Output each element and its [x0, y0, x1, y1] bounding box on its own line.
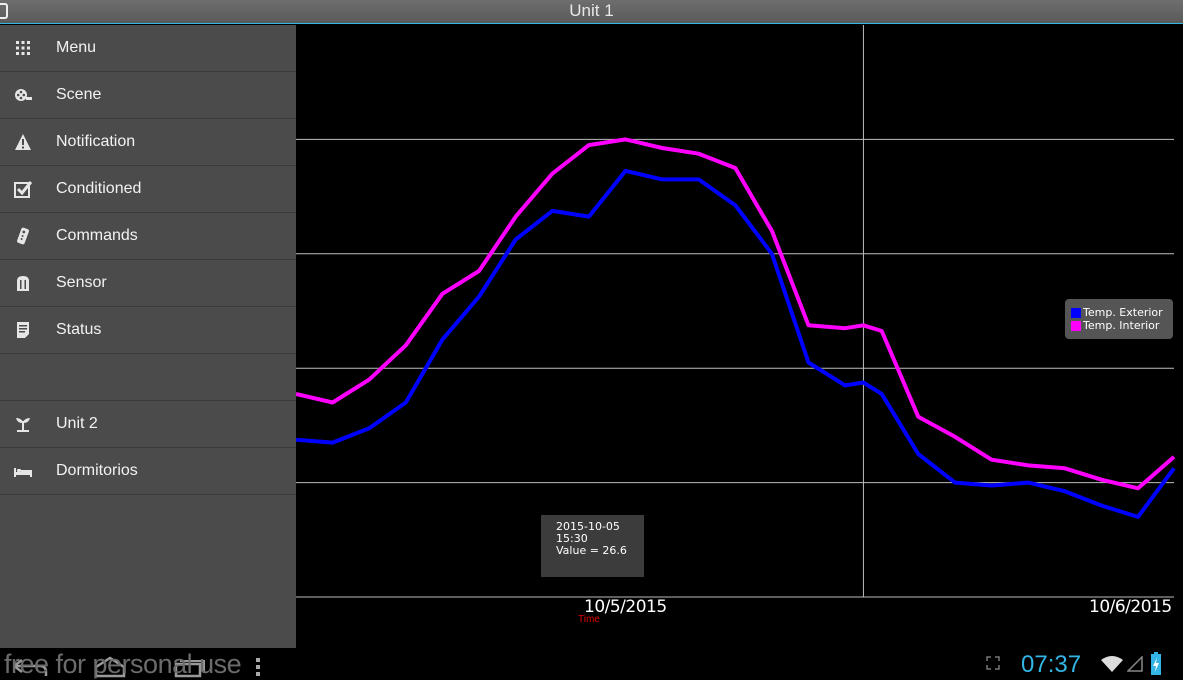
legend-swatch: [1071, 307, 1081, 318]
page-title: Unit 1: [569, 1, 614, 20]
wifi-icon: [1101, 656, 1123, 672]
x-tick-label: 10/6/2015: [1089, 597, 1172, 617]
sensor-icon: [14, 274, 32, 292]
drawer-item-label: Scene: [56, 86, 102, 103]
legend-label: Temp. Interior: [1083, 319, 1160, 332]
system-bar: free for personal use 07:37: [0, 648, 1183, 680]
legend-swatch: [1071, 320, 1081, 331]
drawer-spacer: [0, 354, 296, 401]
drawer-item-sensor[interactable]: Sensor: [0, 260, 296, 307]
warning-icon: [14, 133, 32, 151]
tooltip-value: Value = 26.6: [556, 544, 627, 557]
data-tooltip: 2015-10-05 15:30 Value = 26.6: [541, 515, 644, 577]
side-drawer: Menu Scene Notification Conditioned Comm…: [0, 25, 296, 648]
battery-charging-icon: [1151, 652, 1161, 675]
chart-legend: Temp. Exterior Temp. Interior: [1065, 299, 1173, 339]
series-line-interior: [296, 137, 1176, 491]
bed-icon: [14, 462, 32, 480]
film-reel-icon: [14, 86, 32, 104]
drawer-item-unit-2[interactable]: Unit 2: [0, 401, 296, 448]
overflow-menu-icon[interactable]: [254, 656, 262, 676]
drawer-item-label: Sensor: [56, 274, 107, 291]
x-axis-title: Time: [578, 614, 600, 625]
temperature-chart[interactable]: 10/5/2015 10/6/2015 Time 2015-10-05 15:3…: [296, 25, 1183, 648]
legend-item: Temp. Interior: [1071, 319, 1173, 332]
plant-icon: [14, 415, 32, 433]
drawer-item-label: Menu: [56, 39, 97, 56]
drawer-item-conditioned[interactable]: Conditioned: [0, 166, 296, 213]
legend-item: Temp. Exterior: [1071, 306, 1173, 319]
drawer-item-menu[interactable]: Menu: [0, 25, 296, 72]
chart-plot: [296, 25, 1176, 598]
title-bar: Unit 1: [0, 0, 1183, 24]
legend-label: Temp. Exterior: [1083, 306, 1163, 319]
remote-icon: [14, 227, 32, 245]
watermark: free for personal use: [4, 649, 242, 679]
drawer-item-status[interactable]: Status: [0, 307, 296, 354]
drawer-item-dormitorios[interactable]: Dormitorios: [0, 448, 296, 495]
grid-icon: [14, 39, 32, 57]
signal-icon: [1127, 656, 1143, 672]
status-clock: 07:37: [1021, 651, 1082, 678]
drawer-item-commands[interactable]: Commands: [0, 213, 296, 260]
drawer-item-label: Dormitorios: [56, 462, 138, 479]
drawer-item-label: Conditioned: [56, 180, 142, 197]
drawer-item-scene[interactable]: Scene: [0, 72, 296, 119]
checkbox-icon: [14, 180, 32, 198]
drawer-item-label: Unit 2: [56, 415, 98, 432]
drawer-item-label: Commands: [56, 227, 138, 244]
status-icon: [14, 321, 32, 339]
drawer-item-notification[interactable]: Notification: [0, 119, 296, 166]
drawer-item-label: Status: [56, 321, 102, 338]
fullscreen-icon: [986, 656, 1000, 670]
drawer-item-label: Notification: [56, 133, 136, 150]
